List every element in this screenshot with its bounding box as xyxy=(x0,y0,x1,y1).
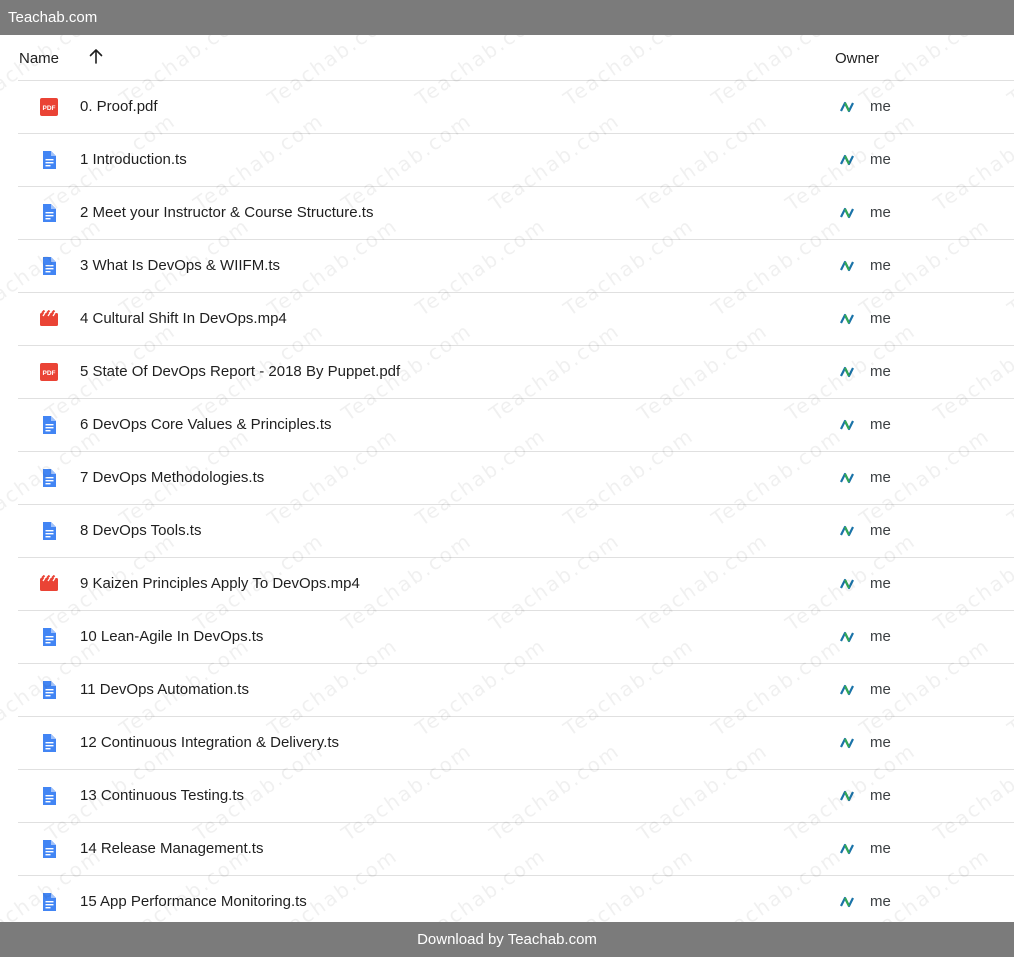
owner-name: me xyxy=(870,98,891,115)
owner-avatar-icon xyxy=(837,256,857,276)
owner-avatar-icon xyxy=(837,627,857,647)
owner-avatar-icon xyxy=(837,839,857,859)
file-row[interactable]: 7 DevOps Methodologies.ts me xyxy=(18,452,1014,505)
file-name[interactable]: 5 State Of DevOps Report - 2018 By Puppe… xyxy=(80,363,400,380)
file-row[interactable]: 11 DevOps Automation.ts me xyxy=(18,664,1014,717)
document-file-icon xyxy=(40,469,58,487)
owner-name: me xyxy=(870,522,891,539)
owner-avatar-icon xyxy=(837,150,857,170)
pdf-file-icon: PDF xyxy=(40,98,58,116)
owner-name: me xyxy=(870,469,891,486)
svg-text:PDF: PDF xyxy=(43,105,56,112)
file-name[interactable]: 15 App Performance Monitoring.ts xyxy=(80,893,307,910)
owner-name: me xyxy=(870,734,891,751)
owner-avatar-icon xyxy=(837,786,857,806)
file-name[interactable]: 4 Cultural Shift In DevOps.mp4 xyxy=(80,310,287,327)
file-row[interactable]: 8 DevOps Tools.ts me xyxy=(18,505,1014,558)
document-file-icon xyxy=(40,681,58,699)
file-row[interactable]: 9 Kaizen Principles Apply To DevOps.mp4 m… xyxy=(18,558,1014,611)
owner-avatar-icon xyxy=(837,415,857,435)
document-file-icon xyxy=(40,628,58,646)
owner-avatar-icon xyxy=(837,468,857,488)
document-file-icon xyxy=(40,522,58,540)
pdf-file-icon: PDF xyxy=(40,363,58,381)
file-name[interactable]: 11 DevOps Automation.ts xyxy=(80,681,249,698)
file-row[interactable]: 1 Introduction.ts me xyxy=(18,134,1014,187)
owner-name: me xyxy=(870,787,891,804)
owner-name: me xyxy=(870,416,891,433)
file-row[interactable]: 4 Cultural Shift In DevOps.mp4 me xyxy=(18,293,1014,346)
document-file-icon xyxy=(40,204,58,222)
file-row[interactable]: 14 Release Management.ts me xyxy=(18,823,1014,876)
video-file-icon xyxy=(40,309,58,328)
file-row[interactable]: 12 Continuous Integration & Delivery.ts m… xyxy=(18,717,1014,770)
owner-avatar-icon xyxy=(837,733,857,753)
owner-avatar-icon xyxy=(837,97,857,117)
owner-name: me xyxy=(870,628,891,645)
top-bar: Teachab.com xyxy=(0,0,1014,35)
document-file-icon xyxy=(40,893,58,911)
file-row[interactable]: 2 Meet your Instructor & Course Structur… xyxy=(18,187,1014,240)
arrow-up-icon[interactable] xyxy=(86,47,106,67)
svg-text:PDF: PDF xyxy=(43,370,56,377)
file-name[interactable]: 2 Meet your Instructor & Course Structur… xyxy=(80,204,373,221)
bottom-bar: Download by Teachab.com xyxy=(0,922,1014,957)
owner-name: me xyxy=(870,310,891,327)
owner-avatar-icon xyxy=(837,309,857,329)
file-row[interactable]: PDF 0. Proof.pdf me xyxy=(18,81,1014,134)
owner-name: me xyxy=(870,257,891,274)
document-file-icon xyxy=(40,734,58,752)
file-row[interactable]: 13 Continuous Testing.ts me xyxy=(18,770,1014,823)
file-name[interactable]: 6 DevOps Core Values & Principles.ts xyxy=(80,416,332,433)
owner-avatar-icon xyxy=(837,680,857,700)
column-header-name[interactable]: Name xyxy=(19,50,59,67)
brand-label: Teachab.com xyxy=(8,9,98,26)
owner-name: me xyxy=(870,681,891,698)
owner-name: me xyxy=(870,893,891,910)
file-row[interactable]: 10 Lean-Agile In DevOps.ts me xyxy=(18,611,1014,664)
file-name[interactable]: 3 What Is DevOps & WIIFM.ts xyxy=(80,257,280,274)
file-name[interactable]: 8 DevOps Tools.ts xyxy=(80,522,201,539)
owner-name: me xyxy=(870,575,891,592)
column-header-owner[interactable]: Owner xyxy=(835,50,879,67)
owner-avatar-icon xyxy=(837,892,857,912)
document-file-icon xyxy=(40,257,58,275)
file-name[interactable]: 12 Continuous Integration & Delivery.ts xyxy=(80,734,339,751)
owner-avatar-icon xyxy=(837,574,857,594)
owner-name: me xyxy=(870,151,891,168)
document-file-icon xyxy=(40,787,58,805)
file-name[interactable]: 14 Release Management.ts xyxy=(80,840,263,857)
file-name[interactable]: 1 Introduction.ts xyxy=(80,151,187,168)
footer-label: Download by Teachab.com xyxy=(417,931,597,948)
file-name[interactable]: 13 Continuous Testing.ts xyxy=(80,787,244,804)
document-file-icon xyxy=(40,840,58,858)
file-name[interactable]: 10 Lean-Agile In DevOps.ts xyxy=(80,628,263,645)
file-name[interactable]: 7 DevOps Methodologies.ts xyxy=(80,469,264,486)
file-row[interactable]: 3 What Is DevOps & WIIFM.ts me xyxy=(18,240,1014,293)
file-row[interactable]: 6 DevOps Core Values & Principles.ts me xyxy=(18,399,1014,452)
owner-name: me xyxy=(870,363,891,380)
file-list: PDF 0. Proof.pdf me 1 Introduction.ts me 2 Me… xyxy=(18,81,1014,929)
owner-name: me xyxy=(870,204,891,221)
owner-avatar-icon xyxy=(837,521,857,541)
document-file-icon xyxy=(40,416,58,434)
file-row[interactable]: PDF 5 State Of DevOps Report - 2018 By Pu… xyxy=(18,346,1014,399)
video-file-icon xyxy=(40,574,58,593)
owner-avatar-icon xyxy=(837,203,857,223)
file-name[interactable]: 9 Kaizen Principles Apply To DevOps.mp4 xyxy=(80,575,360,592)
owner-name: me xyxy=(870,840,891,857)
list-header: Name Owner xyxy=(18,35,1014,81)
owner-avatar-icon xyxy=(837,362,857,382)
file-name[interactable]: 0. Proof.pdf xyxy=(80,98,158,115)
document-file-icon xyxy=(40,151,58,169)
